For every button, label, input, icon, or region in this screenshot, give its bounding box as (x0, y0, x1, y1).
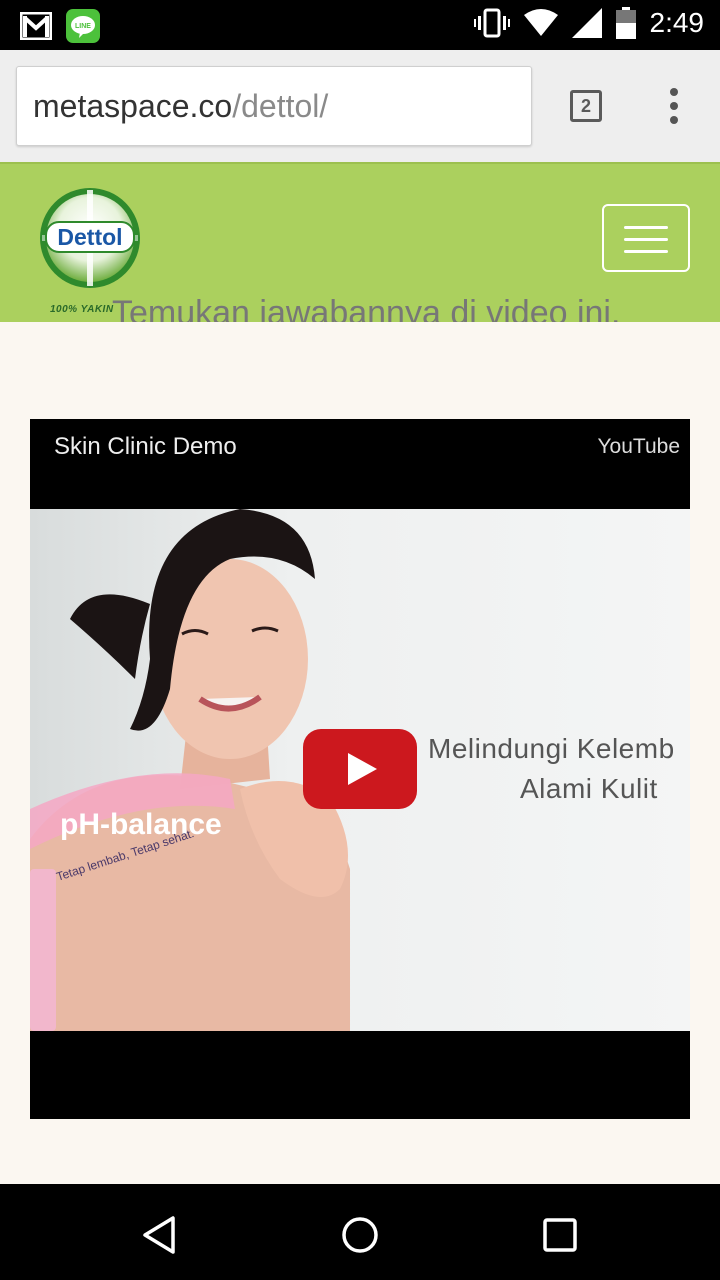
home-icon[interactable] (335, 1210, 385, 1260)
dettol-logo[interactable]: Dettol (38, 186, 142, 296)
svg-text:LINE: LINE (75, 23, 91, 30)
hamburger-menu-button[interactable] (602, 204, 690, 272)
battery-icon (615, 7, 636, 39)
overflow-menu-icon[interactable] (662, 86, 686, 126)
ph-balance-label: pH-balance (60, 808, 222, 841)
gmail-icon (20, 12, 52, 40)
overlay-text-line1: Melindungi Kelemb (428, 733, 675, 764)
line-icon: LINE (66, 9, 100, 43)
url-path: /dettol/ (232, 87, 329, 124)
tab-switcher-button[interactable]: 2 (570, 90, 602, 122)
overlay-text-line2: Alami Kulit (520, 773, 658, 804)
intro-text-clipped: Temukan jawabannya di video ini. (0, 296, 720, 322)
signal-icon (571, 8, 602, 38)
play-button-icon[interactable] (303, 729, 417, 809)
browser-toolbar: metaspace.co/dettol/ 2 (0, 50, 720, 162)
navigation-bar (0, 1184, 720, 1280)
url-domain: metaspace.co (33, 87, 233, 124)
youtube-embed[interactable]: Skin Clinic Demo YouTube pH-balance Teta… (30, 419, 690, 1119)
youtube-link[interactable]: YouTube (597, 435, 680, 459)
clock: 2:49 (649, 7, 705, 38)
back-icon[interactable] (135, 1210, 185, 1260)
intro-text: Temukan jawabannya di video ini. (112, 296, 621, 322)
logo-text: Dettol (57, 224, 122, 250)
vibrate-icon (473, 8, 510, 38)
wifi-icon (523, 9, 558, 36)
video-title[interactable]: Skin Clinic Demo (54, 433, 237, 461)
status-bar: LINE 2:49 (0, 0, 720, 50)
recents-icon[interactable] (535, 1210, 585, 1260)
address-bar[interactable]: metaspace.co/dettol/ (16, 66, 532, 146)
